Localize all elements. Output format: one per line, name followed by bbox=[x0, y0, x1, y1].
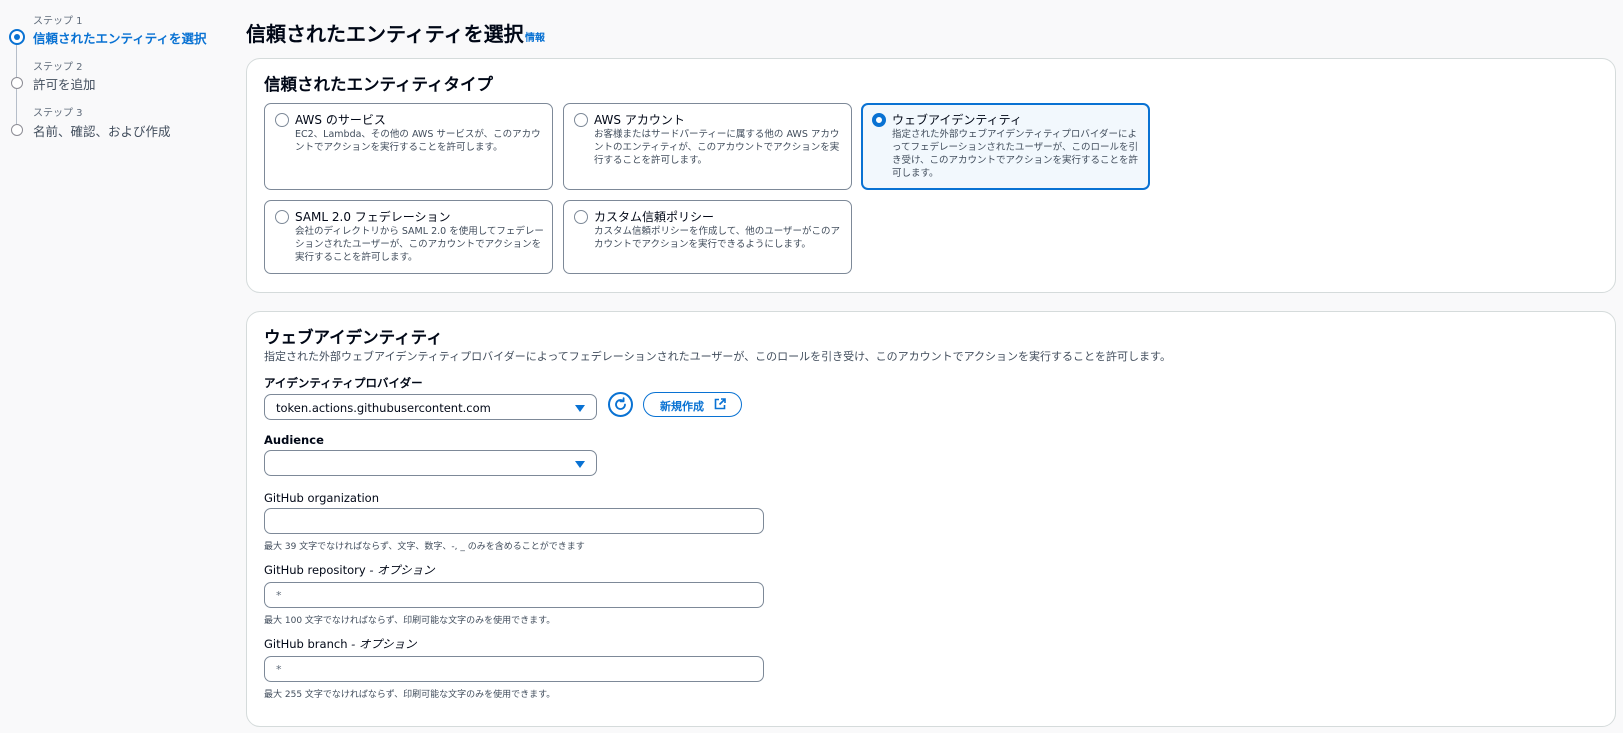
step-3-label: ステップ 3 bbox=[33, 108, 83, 119]
caret-down-icon bbox=[575, 461, 585, 468]
github-organization-hint: 最大 39 文字でなければならず、文字、数字、-, _ のみを含めることができま… bbox=[264, 542, 585, 552]
trusted-entity-type-panel: 信頼されたエンティティタイプ AWS のサービス EC2、Lambda、その他の… bbox=[246, 58, 1616, 293]
tile-title: カスタム信頼ポリシー bbox=[594, 210, 715, 224]
identity-provider-label: アイデンティティプロバイダー bbox=[264, 376, 423, 390]
optional-marker: - オプション bbox=[347, 637, 417, 651]
trusted-entity-type-heading: 信頼されたエンティティタイプ bbox=[264, 75, 494, 94]
github-branch-input[interactable] bbox=[264, 656, 764, 682]
tile-title: ウェブアイデンティティ bbox=[892, 113, 1022, 127]
github-branch-hint: 最大 255 文字でなければならず、印刷可能な文字のみを使用できます。 bbox=[264, 690, 556, 700]
tile-saml-federation[interactable]: SAML 2.0 フェデレーション 会社のディレクトリから SAML 2.0 を… bbox=[264, 200, 553, 274]
github-branch-label-text: GitHub branch bbox=[264, 637, 348, 651]
step-1-title[interactable]: 信頼されたエンティティを選択 bbox=[33, 28, 207, 47]
github-organization-input[interactable] bbox=[264, 508, 764, 534]
create-new-label: 新規作成 bbox=[660, 401, 704, 413]
step-2-indicator-icon bbox=[11, 77, 23, 89]
tile-title: AWS のサービス bbox=[295, 113, 386, 127]
refresh-icon bbox=[615, 397, 626, 410]
audience-label: Audience bbox=[264, 433, 324, 447]
github-repository-hint: 最大 100 文字でなければならず、印刷可能な文字のみを使用できます。 bbox=[264, 616, 556, 626]
optional-marker: - オプション bbox=[365, 563, 435, 577]
external-link-icon bbox=[714, 398, 726, 410]
refresh-button[interactable] bbox=[608, 392, 633, 417]
web-identity-panel: ウェブアイデンティティ 指定された外部ウェブアイデンティティプロバイダーによって… bbox=[246, 311, 1616, 727]
caret-down-icon bbox=[575, 405, 585, 412]
web-identity-description: 指定された外部ウェブアイデンティティプロバイダーによってフェデレーションされたユ… bbox=[264, 350, 1171, 363]
identity-provider-select[interactable]: token.actions.githubusercontent.com bbox=[264, 394, 597, 420]
radio-icon[interactable] bbox=[574, 210, 588, 224]
github-repository-input[interactable] bbox=[264, 582, 764, 608]
tile-custom-trust-policy[interactable]: カスタム信頼ポリシー カスタム信頼ポリシーを作成して、他のユーザーがこのアカウン… bbox=[563, 200, 852, 274]
tile-web-identity[interactable]: ウェブアイデンティティ 指定された外部ウェブアイデンティティプロバイダーによって… bbox=[861, 103, 1150, 190]
tile-description: 指定された外部ウェブアイデンティティプロバイダーによってフェデレーションされたユ… bbox=[892, 129, 1139, 179]
tile-title: SAML 2.0 フェデレーション bbox=[295, 210, 451, 224]
step-connector bbox=[16, 89, 17, 124]
step-1-indicator-icon bbox=[9, 29, 25, 45]
page-title: 信頼されたエンティティを選択 bbox=[246, 22, 524, 46]
step-3-indicator-icon bbox=[11, 124, 23, 136]
step-2-title[interactable]: 許可を追加 bbox=[33, 74, 96, 93]
github-repository-label-text: GitHub repository bbox=[264, 563, 366, 577]
tile-title: AWS アカウント bbox=[594, 113, 685, 127]
info-link[interactable]: 情報 bbox=[525, 29, 545, 44]
step-connector bbox=[16, 45, 17, 77]
audience-select[interactable] bbox=[264, 450, 597, 476]
identity-provider-value: token.actions.githubusercontent.com bbox=[276, 401, 491, 415]
step-1-label: ステップ 1 bbox=[33, 16, 83, 27]
radio-selected-icon[interactable] bbox=[872, 113, 886, 127]
radio-icon[interactable] bbox=[275, 113, 289, 127]
web-identity-heading: ウェブアイデンティティ bbox=[264, 328, 443, 347]
github-branch-label: GitHub branch - オプション bbox=[264, 636, 416, 652]
tile-description: カスタム信頼ポリシーを作成して、他のユーザーがこのアカウントでアクションを実行で… bbox=[594, 226, 841, 250]
step-2-label: ステップ 2 bbox=[33, 62, 83, 73]
github-organization-label: GitHub organization bbox=[264, 491, 380, 505]
step-3-title[interactable]: 名前、確認、および作成 bbox=[33, 121, 171, 140]
tile-description: お客様またはサードパーティーに属する他の AWS アカウントのエンティティが、こ… bbox=[594, 129, 840, 166]
radio-icon[interactable] bbox=[275, 210, 289, 224]
create-new-provider-button[interactable]: 新規作成 bbox=[643, 392, 742, 417]
github-repository-label: GitHub repository - オプション bbox=[264, 562, 435, 578]
tile-description: 会社のディレクトリから SAML 2.0 を使用してフェデレーションされたユーザ… bbox=[295, 226, 544, 263]
radio-icon[interactable] bbox=[574, 113, 588, 127]
tile-aws-service[interactable]: AWS のサービス EC2、Lambda、その他の AWS サービスが、このアカ… bbox=[264, 103, 553, 190]
tile-description: EC2、Lambda、その他の AWS サービスが、このアカウントでアクションを… bbox=[295, 129, 541, 153]
tile-aws-account[interactable]: AWS アカウント お客様またはサードパーティーに属する他の AWS アカウント… bbox=[563, 103, 852, 190]
